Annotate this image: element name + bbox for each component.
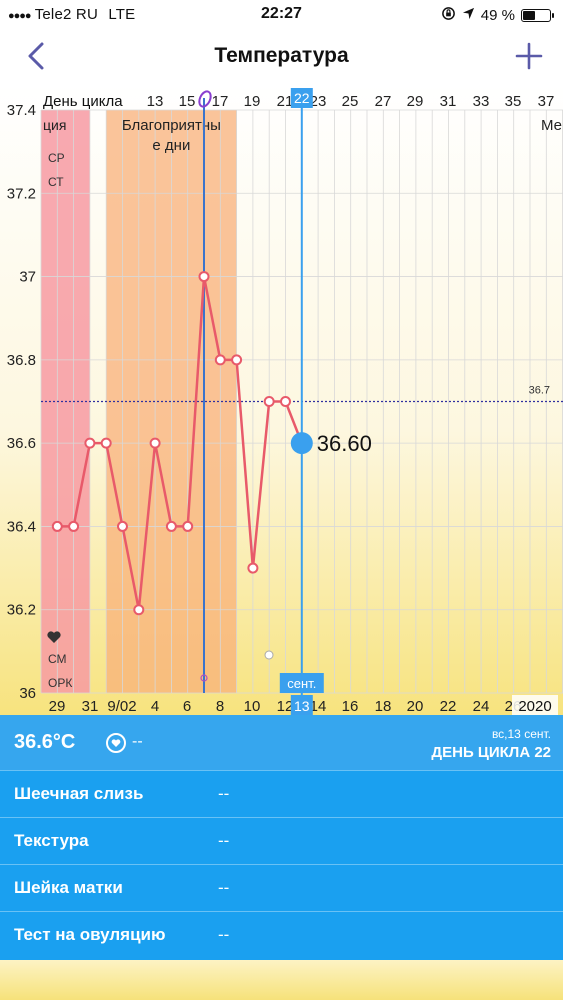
temperature-point — [117, 520, 128, 532]
cycle-day-label: День цикла — [43, 93, 123, 110]
mood-heart-icon[interactable] — [106, 733, 126, 753]
temperature-point — [280, 396, 291, 407]
selected-value-label: 36.60 — [317, 431, 372, 456]
date-tick: 18 — [375, 698, 392, 715]
period-note: СР — [48, 151, 65, 165]
page-title: Температура — [214, 44, 349, 67]
temperature-chart[interactable]: 37.4 37.2 37 36.8 36.6 36.4 36.2 36 36.7 ция СР СТ С… — [0, 85, 563, 715]
status-bar: ●●●● Tele2 RU LTE 22:27 49 % — [0, 0, 563, 30]
date-tick: 8 — [216, 698, 224, 715]
row-label: Шеечная слизь — [14, 784, 144, 803]
y-tick-label: 36.2 — [7, 602, 36, 619]
cycle-day-tick: 31 — [440, 93, 457, 110]
day-summary[interactable]: 36.6°C -- вс,13 сент. ДЕНЬ ЦИКЛА 22 — [0, 715, 563, 770]
row-cervix[interactable]: Шейка матки -- — [0, 864, 563, 912]
date-tick: 22 — [440, 698, 457, 715]
y-tick-label: 36 — [19, 685, 36, 702]
temperature-point — [247, 562, 259, 574]
row-label: Тест на овуляцию — [14, 925, 166, 944]
temperature-point — [133, 604, 145, 616]
temperature-point — [182, 520, 194, 532]
temperature-point — [198, 271, 210, 283]
cycle-day-tick: 13 — [147, 93, 164, 110]
row-ovulation-test[interactable]: Тест на овуляцию -- — [0, 911, 563, 959]
cycle-day-tick: 15 — [179, 93, 196, 110]
date-tick: 16 — [342, 698, 359, 715]
date-tick: 31 — [82, 698, 99, 715]
y-tick-label: 37.2 — [7, 185, 36, 202]
date-tick: 4 — [151, 698, 159, 715]
y-tick-label: 36.8 — [7, 352, 36, 369]
row-value: -- — [218, 784, 230, 803]
period-bottom-note: ОРК — [48, 676, 72, 690]
cycle-day-tick: 27 — [375, 93, 392, 110]
date-tick: 9/02 — [107, 698, 136, 715]
bottom-background — [0, 960, 563, 1000]
selected-date: вс,13 сент. — [491, 727, 551, 741]
temperature-point — [165, 520, 177, 532]
cycle-day-label: ДЕНЬ ЦИКЛА 22 — [431, 744, 551, 761]
temperature-point — [231, 354, 243, 366]
row-value: -- — [218, 831, 230, 850]
period-bottom-note: СМ — [48, 652, 67, 666]
add-button[interactable] — [511, 38, 547, 74]
temperature-point — [84, 437, 96, 449]
cycle-day-tick: 17 — [212, 93, 229, 110]
nav-bar: Температура — [0, 30, 563, 85]
y-tick-label: 37.4 — [7, 102, 36, 119]
date-tick: 10 — [244, 698, 261, 715]
row-value: -- — [218, 925, 230, 944]
y-tick-label: 36.4 — [7, 518, 36, 535]
status-right: 49 % — [441, 6, 554, 25]
cycle-day-tick: 29 — [407, 93, 424, 110]
row-label: Текстура — [14, 831, 89, 850]
period-label: ция — [43, 117, 66, 133]
row-label: Шейка матки — [14, 878, 123, 897]
selected-month: сент. — [287, 676, 316, 691]
temperature-point — [100, 437, 112, 449]
note-icon — [264, 650, 274, 660]
right-edge-label: Ме — [541, 117, 562, 134]
cycle-day-tick: 25 — [342, 93, 359, 110]
date-tick: 29 — [49, 698, 66, 715]
temperature-point — [263, 396, 275, 407]
cycle-day-tick: 33 — [473, 93, 490, 110]
date-tick: 24 — [473, 698, 490, 715]
year-label: 2020 — [518, 698, 551, 715]
battery-icon — [521, 9, 554, 22]
period-note: СТ — [48, 175, 64, 189]
cycle-day-tick: 37 — [538, 93, 555, 110]
temperature-point — [51, 520, 63, 532]
day-details-panel: 36.6°C -- вс,13 сент. ДЕНЬ ЦИКЛА 22 Шееч… — [0, 715, 563, 960]
row-cervical-mucus[interactable]: Шеечная слизь -- — [0, 770, 563, 818]
cycle-day-tick: 35 — [505, 93, 522, 110]
temperature-point — [68, 520, 80, 532]
battery-fill — [523, 11, 535, 20]
date-tick: 20 — [407, 698, 424, 715]
selected-point — [290, 432, 313, 455]
row-value: -- — [218, 878, 230, 897]
date-tick: 6 — [183, 698, 191, 715]
cycle-day-tick: 19 — [244, 93, 261, 110]
row-texture[interactable]: Текстура -- — [0, 817, 563, 865]
temperature-point — [149, 437, 161, 449]
temperature-value: 36.6°C — [14, 731, 76, 753]
y-tick-label: 37 — [19, 269, 36, 286]
y-tick-label: 36.6 — [7, 435, 36, 452]
orientation-lock-icon — [441, 6, 456, 25]
mood-value: -- — [132, 733, 143, 750]
battery-percent: 49 % — [480, 7, 515, 24]
selected-day: 13 — [294, 698, 310, 714]
location-icon — [462, 7, 475, 24]
selected-cycle-day: 22 — [294, 90, 310, 106]
temperature-point — [214, 354, 226, 366]
plus-icon — [515, 42, 543, 70]
fertile-label: Благоприятны — [122, 117, 221, 134]
fertile-label-2: е дни — [152, 137, 190, 154]
coverline-label: 36.7 — [529, 385, 550, 397]
